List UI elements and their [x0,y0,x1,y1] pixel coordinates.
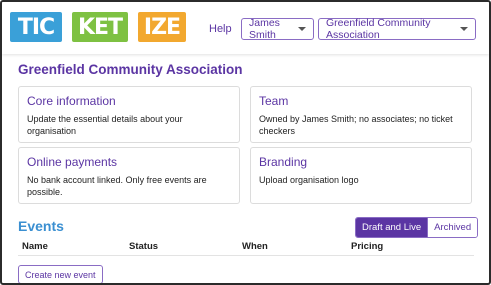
create-new-event-button[interactable]: Create new event [18,265,103,283]
user-menu-dropdown[interactable]: James Smith [241,17,314,41]
logo-dot [129,23,137,31]
column-header-pricing[interactable]: Pricing [351,241,383,252]
card-title: Online payments [27,155,118,169]
organisation-menu-label: Greenfield Community Association [326,17,431,41]
logo-block-ket: KET [72,12,128,42]
logo-dot [63,23,71,31]
logo-block-tic: TIC [10,12,62,42]
branding-card[interactable]: Branding Upload organisation logo [250,147,472,204]
card-title: Core information [27,94,116,108]
archived-tab[interactable]: Archived [427,218,478,237]
card-description: Owned by James Smith; no associates; no … [259,114,453,136]
user-menu-label: James Smith [249,17,280,41]
card-title: Team [259,94,289,108]
draft-and-live-tab[interactable]: Draft and Live [356,218,428,237]
logo-block-ize: IZE [138,12,186,42]
events-table-header: Name Status When Pricing [18,241,474,255]
chevron-down-icon [460,27,468,31]
card-title: Branding [259,155,308,169]
card-description: Update the essential details about your … [27,114,183,136]
events-filter-toggle: Draft and Live Archived [355,217,479,238]
chevron-down-icon [298,27,306,31]
app-frame: TIC KET IZE Help James Smith Greenfield … [0,0,491,285]
card-description: No bank account linked. Only free events… [27,175,207,197]
core-information-card[interactable]: Core information Update the essential de… [18,86,240,143]
column-header-name[interactable]: Name [22,241,48,252]
events-heading: Events [18,218,64,234]
ticketize-logo[interactable]: TIC KET IZE [10,12,186,42]
table-divider [18,255,474,256]
column-header-when[interactable]: When [242,241,268,252]
column-header-status[interactable]: Status [129,241,158,252]
online-payments-card[interactable]: Online payments No bank account linked. … [18,147,240,204]
logo-wordmark: TIC KET IZE [10,12,186,42]
top-header: TIC KET IZE Help James Smith Greenfield … [2,2,489,54]
team-card[interactable]: Team Owned by James Smith; no associates… [250,86,472,143]
help-link[interactable]: Help [209,23,232,35]
card-description: Upload organisation logo [259,175,359,185]
page-title: Greenfield Community Association [18,62,243,77]
organisation-menu-dropdown[interactable]: Greenfield Community Association [318,17,476,41]
